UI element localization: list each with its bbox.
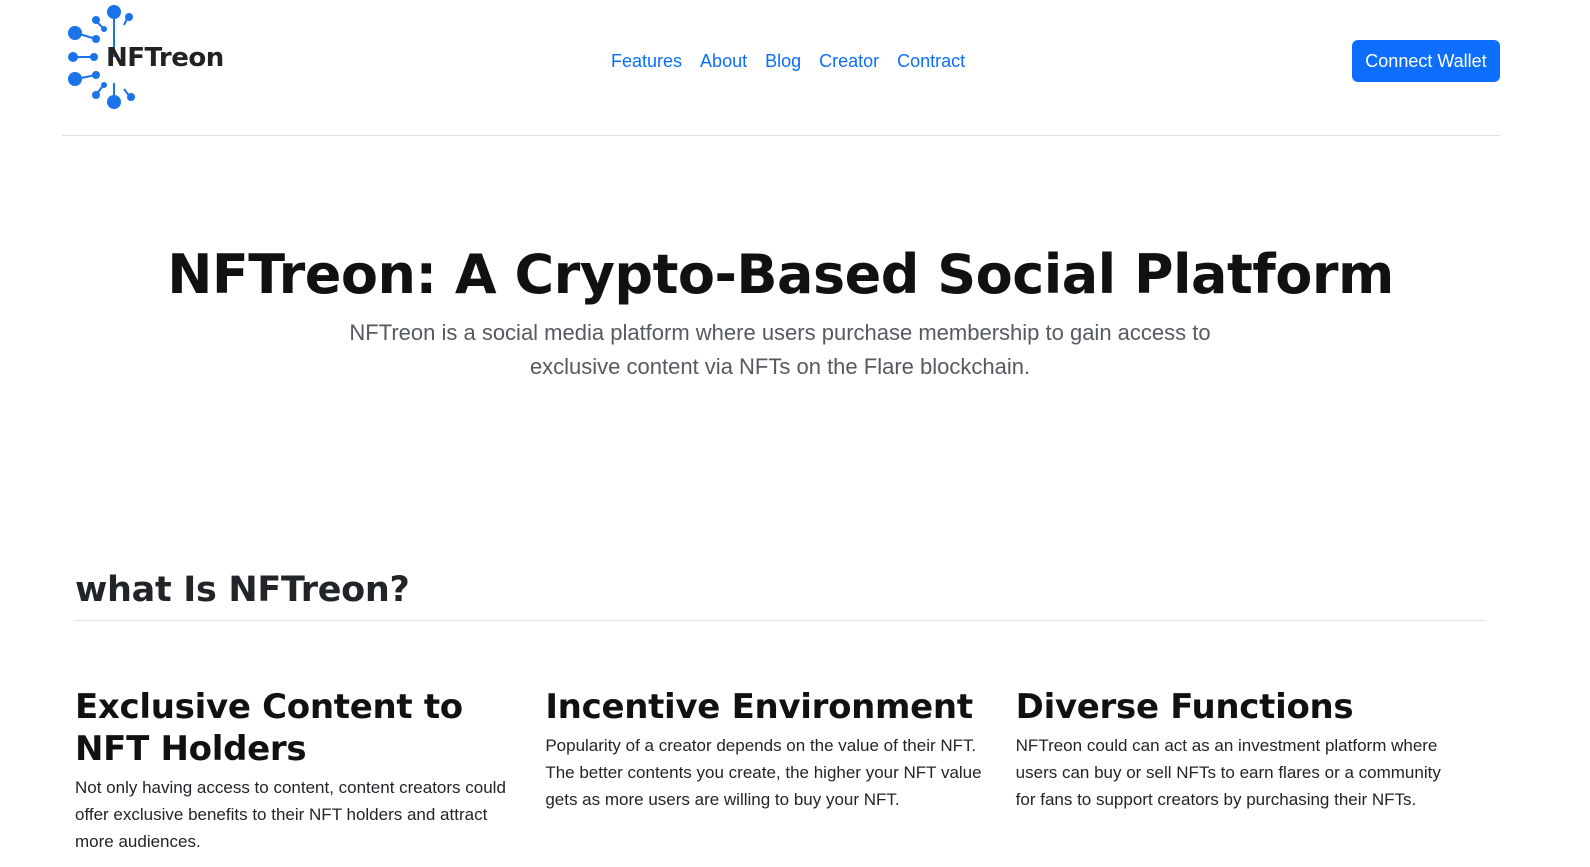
connect-wallet-button[interactable]: Connect Wallet xyxy=(1352,40,1500,82)
nav-link-contract[interactable]: Contract xyxy=(888,48,974,74)
logo-link[interactable]: NFTreon xyxy=(66,3,236,111)
feature-card: Incentive Environment Popularity of a cr… xyxy=(545,686,1015,855)
feature-title: Diverse Functions xyxy=(1015,687,1354,727)
nav-link-about[interactable]: About xyxy=(691,48,756,74)
section-divider xyxy=(75,620,1486,621)
feature-text: NFTreon could can act as an investment p… xyxy=(1015,736,1441,809)
feature-title: Incentive Environment xyxy=(545,687,973,727)
feature-title: Exclusive Content to NFT Holders xyxy=(75,687,463,769)
site-header: NFTreon Features About Blog Creator Cont… xyxy=(62,0,1500,136)
section-title: what Is NFTreon? xyxy=(75,570,410,610)
feature-text: Popularity of a creator depends on the v… xyxy=(545,736,982,809)
feature-card: Exclusive Content to NFT Holders Not onl… xyxy=(75,686,545,855)
page: NFTreon Features About Blog Creator Cont… xyxy=(0,0,1590,867)
nav-link-blog[interactable]: Blog xyxy=(756,48,810,74)
feature-list: Exclusive Content to NFT Holders Not onl… xyxy=(75,686,1486,855)
main-nav: Features About Blog Creator Contract xyxy=(602,48,974,74)
feature-text: Not only having access to content, conte… xyxy=(75,778,506,851)
nav-link-features[interactable]: Features xyxy=(602,48,691,74)
feature-card: Diverse Functions NFTreon could can act … xyxy=(1016,686,1486,855)
hero-lead: NFTreon is a social media platform where… xyxy=(349,320,1211,379)
logo-text: NFTreon xyxy=(106,43,224,73)
nav-link-creator[interactable]: Creator xyxy=(810,48,888,74)
hero-title: NFTreon: A Crypto-Based Social Platform xyxy=(167,243,1394,306)
